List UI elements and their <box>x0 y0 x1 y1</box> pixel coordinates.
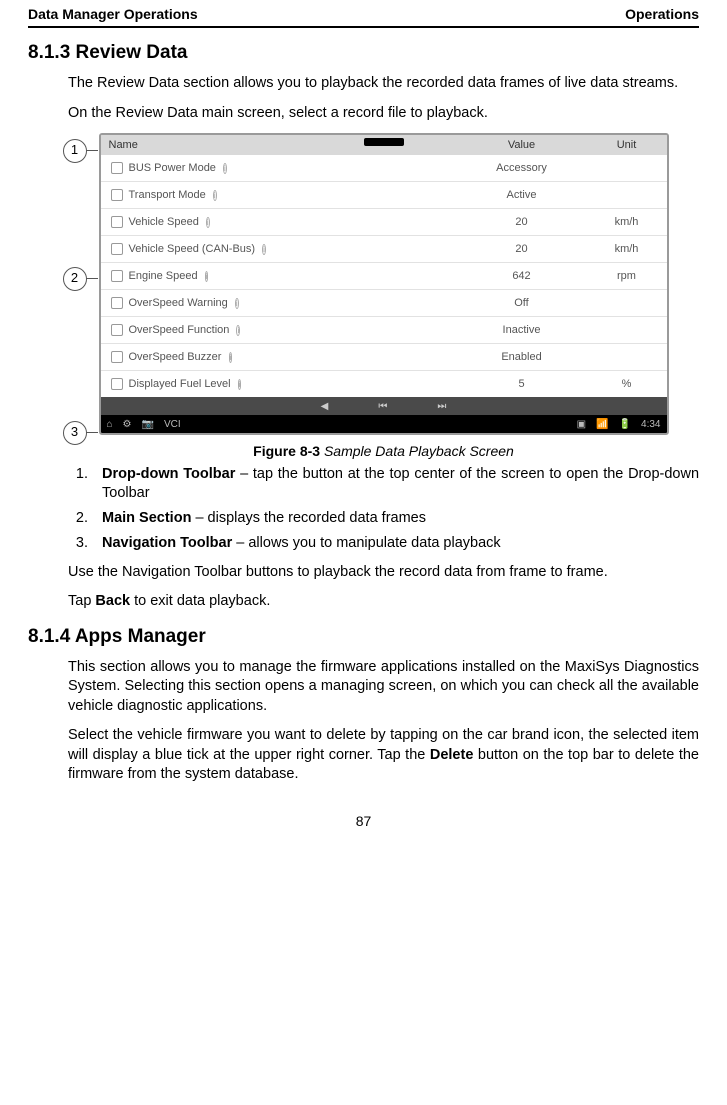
page: Data Manager Operations Operations 8.1.3… <box>0 0 727 849</box>
row-unit: km/h <box>587 243 667 255</box>
row-value: Off <box>457 297 587 309</box>
info-icon[interactable]: i <box>236 325 240 336</box>
row-unit: % <box>587 378 667 390</box>
wifi-icon: 📶 <box>596 419 608 430</box>
clock-text: 4:34 <box>641 419 660 430</box>
home-icon[interactable]: ⌂ <box>107 419 113 430</box>
row-name: Transport Mode i <box>129 182 457 208</box>
info-icon[interactable]: i <box>213 190 217 201</box>
row-value: 20 <box>457 243 587 255</box>
legend-item: Navigation Toolbar – allows you to manip… <box>92 534 699 553</box>
data-rows: BUS Power Mode i Accessory Transport Mod… <box>101 155 667 397</box>
row-name: Displayed Fuel Level i <box>129 371 457 397</box>
checkbox-icon[interactable] <box>111 189 123 201</box>
row-name: Vehicle Speed (CAN-Bus) i <box>129 236 457 262</box>
next-frame-icon[interactable]: ⏭ <box>437 401 446 412</box>
paragraph: On the Review Data main screen, select a… <box>68 104 699 124</box>
row-name: OverSpeed Buzzer i <box>129 344 457 370</box>
row-name: OverSpeed Function i <box>129 317 457 343</box>
table-row[interactable]: OverSpeed Function i Inactive <box>101 317 667 344</box>
row-value: 642 <box>457 270 587 282</box>
status-bar: ⌂ ⚙ 📷 VCI ▣ 📶 🔋 4:34 <box>101 415 667 433</box>
row-value: 20 <box>457 216 587 228</box>
checkbox-icon[interactable] <box>111 351 123 363</box>
callout-3: 3 <box>63 421 87 445</box>
col-header-unit: Unit <box>587 135 667 155</box>
row-value: Enabled <box>457 351 587 363</box>
row-name: Engine Speed i <box>129 263 457 289</box>
paragraph: This section allows you to manage the fi… <box>68 658 699 717</box>
checkbox-icon[interactable] <box>111 378 123 390</box>
paragraph: Use the Navigation Toolbar buttons to pl… <box>68 563 699 583</box>
section-heading-8-1-3: 8.1.3 Review Data <box>28 42 699 64</box>
back-icon[interactable]: ◀ <box>321 401 329 412</box>
camera-icon[interactable]: 📷 <box>142 419 154 430</box>
info-icon[interactable]: i <box>205 271 209 282</box>
table-row[interactable]: Transport Mode i Active <box>101 182 667 209</box>
battery-icon: 🔋 <box>619 419 631 430</box>
paragraph: Tap Back to exit data playback. <box>68 592 699 612</box>
section-heading-8-1-4: 8.1.4 Apps Manager <box>28 626 699 648</box>
checkbox-icon[interactable] <box>111 324 123 336</box>
dropdown-toolbar-handle[interactable] <box>364 138 404 146</box>
info-icon[interactable]: i <box>262 244 266 255</box>
figure-title: Sample Data Playback Screen <box>320 443 514 459</box>
info-icon[interactable]: i <box>223 163 227 174</box>
figure-label: Figure 8-3 <box>253 443 320 459</box>
row-value: Accessory <box>457 162 587 174</box>
row-value: 5 <box>457 378 587 390</box>
legend-item: Main Section – displays the recorded dat… <box>92 509 699 528</box>
table-row[interactable]: Engine Speed i 642 rpm <box>101 263 667 290</box>
navigation-toolbar[interactable]: ◀ ⏮ ⏭ <box>101 397 667 415</box>
row-name: BUS Power Mode i <box>129 155 457 181</box>
prev-frame-icon[interactable]: ⏮ <box>378 401 387 412</box>
checkbox-icon[interactable] <box>111 162 123 174</box>
settings-icon[interactable]: ⚙ <box>123 419 132 430</box>
row-unit: rpm <box>587 270 667 282</box>
checkbox-icon[interactable] <box>111 270 123 282</box>
row-name: Vehicle Speed i <box>129 209 457 235</box>
header-left: Data Manager Operations <box>28 6 198 22</box>
status-right-icons: ▣ 📶 🔋 4:34 <box>577 419 661 430</box>
header-right: Operations <box>625 6 699 22</box>
status-left-icons: ⌂ ⚙ 📷 VCI <box>107 419 181 430</box>
callout-2: 2 <box>63 267 87 291</box>
row-name: OverSpeed Warning i <box>129 290 457 316</box>
table-row[interactable]: Displayed Fuel Level i 5 % <box>101 371 667 397</box>
figure-caption: Figure 8-3 Sample Data Playback Screen <box>68 443 699 459</box>
running-header: Data Manager Operations Operations <box>28 0 699 28</box>
page-number: 87 <box>28 813 699 829</box>
table-row[interactable]: OverSpeed Warning i Off <box>101 290 667 317</box>
info-icon[interactable]: i <box>229 352 233 363</box>
table-header: Name Value Unit <box>101 135 667 155</box>
paragraph: Select the vehicle firmware you want to … <box>68 726 699 785</box>
figure-legend: Drop-down Toolbar – tap the button at th… <box>68 465 699 552</box>
callout-1: 1 <box>63 139 87 163</box>
row-value: Inactive <box>457 324 587 336</box>
table-row[interactable]: Vehicle Speed i 20 km/h <box>101 209 667 236</box>
section-8-1-3-body: The Review Data section allows you to pl… <box>68 74 699 612</box>
checkbox-icon[interactable] <box>111 297 123 309</box>
playback-screen: Name Value Unit BUS Power Mode i Accesso… <box>99 133 669 435</box>
info-icon[interactable]: i <box>235 298 239 309</box>
screenshot-icon[interactable]: ▣ <box>577 419 586 430</box>
row-value: Active <box>457 189 587 201</box>
info-icon[interactable]: i <box>238 379 242 390</box>
section-8-1-4-body: This section allows you to manage the fi… <box>68 658 699 785</box>
table-row[interactable]: BUS Power Mode i Accessory <box>101 155 667 182</box>
legend-item: Drop-down Toolbar – tap the button at th… <box>92 465 699 503</box>
info-icon[interactable]: i <box>206 217 210 228</box>
table-row[interactable]: OverSpeed Buzzer i Enabled <box>101 344 667 371</box>
row-unit: km/h <box>587 216 667 228</box>
vci-icon[interactable]: VCI <box>164 419 181 430</box>
col-header-value: Value <box>457 135 587 155</box>
checkbox-icon[interactable] <box>111 216 123 228</box>
table-row[interactable]: Vehicle Speed (CAN-Bus) i 20 km/h <box>101 236 667 263</box>
figure-8-3: 1 2 3 Name Value Unit BUS Power Mode i A… <box>99 133 669 435</box>
paragraph: The Review Data section allows you to pl… <box>68 74 699 94</box>
checkbox-icon[interactable] <box>111 243 123 255</box>
